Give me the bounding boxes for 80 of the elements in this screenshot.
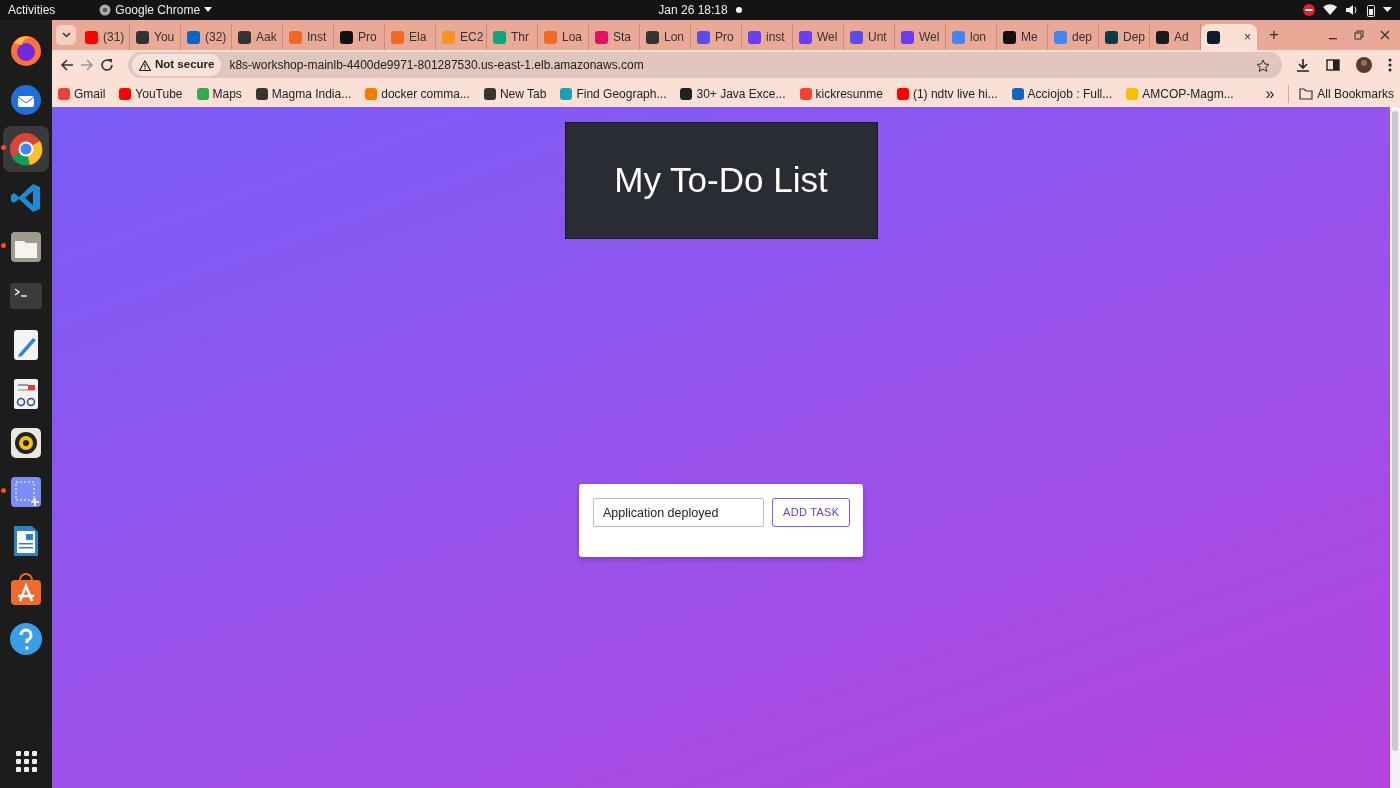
folder-icon — [8, 229, 44, 265]
tab-title: Wel — [919, 29, 940, 46]
warning-icon — [139, 59, 151, 71]
tab-search-button[interactable] — [56, 25, 76, 45]
activities-button[interactable]: Activities — [8, 1, 56, 19]
tab-title: Lon — [664, 29, 685, 46]
mail-icon — [8, 82, 44, 118]
app-menu[interactable]: Google Chrome — [115, 1, 201, 19]
bookmark-link[interactable]: Gmail — [58, 84, 106, 103]
tab-title: Ad — [1174, 29, 1189, 46]
help-icon — [8, 621, 44, 657]
notification-dot-icon — [735, 7, 742, 13]
speaker-icon[interactable] — [1345, 4, 1359, 16]
reload-icon[interactable] — [100, 58, 114, 72]
fox-globe-icon — [8, 33, 44, 69]
bookmark-link[interactable]: 30+ Java Exce... — [680, 84, 786, 103]
close-icon[interactable] — [1380, 30, 1390, 40]
task-input[interactable]: Application deployed — [593, 498, 764, 527]
tab-title: Inst — [307, 29, 327, 46]
download-icon[interactable] — [1296, 58, 1310, 72]
tab-title: Dep — [1123, 29, 1145, 46]
battery-icon[interactable] — [1367, 3, 1375, 17]
page-title: My To-Do List — [614, 159, 828, 202]
forward-icon — [80, 58, 94, 72]
bookmark-link[interactable]: YouTube — [119, 84, 183, 103]
bookmark-link[interactable]: AMCOP-Magm... — [1126, 84, 1234, 103]
tab-title: Me — [1021, 29, 1038, 46]
bookmark-link[interactable]: kickresunme — [799, 84, 883, 103]
more-bookmarks-button[interactable]: » — [1265, 81, 1275, 106]
tab-title: Wel — [817, 29, 838, 46]
tab-title: Loa — [562, 29, 583, 46]
new-tab-button[interactable]: + — [1269, 24, 1279, 46]
tab-title: (31) — [103, 29, 125, 46]
tab-title: Ela — [409, 29, 427, 46]
browser-tab[interactable]: × — [1201, 24, 1257, 50]
restore-icon[interactable] — [1354, 30, 1364, 40]
chrome-icon — [99, 4, 112, 16]
bookmark-link[interactable]: docker comma... — [365, 84, 470, 103]
back-icon[interactable] — [60, 58, 74, 72]
url-text: k8s-workshop-mainlb-4400de9971-801287530.us-east-1.elb.amazonaws.com — [229, 57, 644, 74]
app-grid-icon[interactable] — [15, 751, 37, 772]
tab-title: (32) — [205, 29, 227, 46]
tab-title: Sta — [613, 29, 631, 46]
bookmark-link[interactable]: (1) ndtv live hi... — [896, 84, 998, 103]
tab-title: lon — [970, 29, 986, 46]
side-panel-icon[interactable] — [1326, 58, 1340, 72]
tab-title: Unt — [868, 29, 887, 46]
screenshot-icon — [8, 474, 44, 510]
avatar-icon[interactable] — [1356, 57, 1372, 73]
wifi-icon[interactable] — [1323, 4, 1337, 16]
tab-title: Pro — [715, 29, 734, 46]
caret-icon[interactable] — [1383, 7, 1392, 13]
star-icon[interactable] — [1256, 58, 1270, 73]
speaker-cone-icon — [8, 425, 44, 461]
bookmark-link[interactable]: Magma India... — [255, 84, 352, 103]
tab-title: inst — [766, 29, 785, 46]
scrollbar[interactable] — [1390, 107, 1400, 788]
tab-title: dep — [1072, 29, 1093, 46]
bookmark-link[interactable]: Acciojob : Full... — [1011, 84, 1113, 103]
bookmark-link[interactable]: Find Geograph... — [560, 84, 667, 103]
address-bar[interactable]: Not secure k8s-workshop-mainlb-4400de9971-801287530.us-east-1.elb.amazonaws.com — [128, 52, 1282, 78]
add-task-button[interactable]: ADD TASK — [772, 498, 851, 527]
tab-title: EC2 — [460, 29, 484, 46]
folder-icon — [1299, 87, 1314, 100]
tab-title: Pro — [358, 29, 377, 46]
clock[interactable]: Jan 26 18:18 — [658, 1, 728, 19]
shopping-bag-icon — [8, 572, 44, 608]
do-not-disturb-icon[interactable] — [1303, 4, 1315, 16]
bookmark-link[interactable]: Maps — [196, 84, 242, 103]
dock-app[interactable] — [3, 126, 49, 172]
tab-title: You — [154, 29, 175, 46]
menu-icon[interactable] — [1388, 58, 1392, 72]
tab-title: Thr — [511, 29, 529, 46]
all-bookmarks-button[interactable]: All Bookmarks — [1288, 84, 1394, 103]
chevron-down-icon — [61, 32, 71, 38]
caret-icon — [204, 7, 213, 13]
bookmark-link[interactable]: New Tab — [483, 84, 547, 103]
close-tab-button[interactable]: × — [1244, 28, 1251, 46]
chrome-icon — [8, 131, 44, 167]
tab-title: Aak — [256, 29, 277, 46]
